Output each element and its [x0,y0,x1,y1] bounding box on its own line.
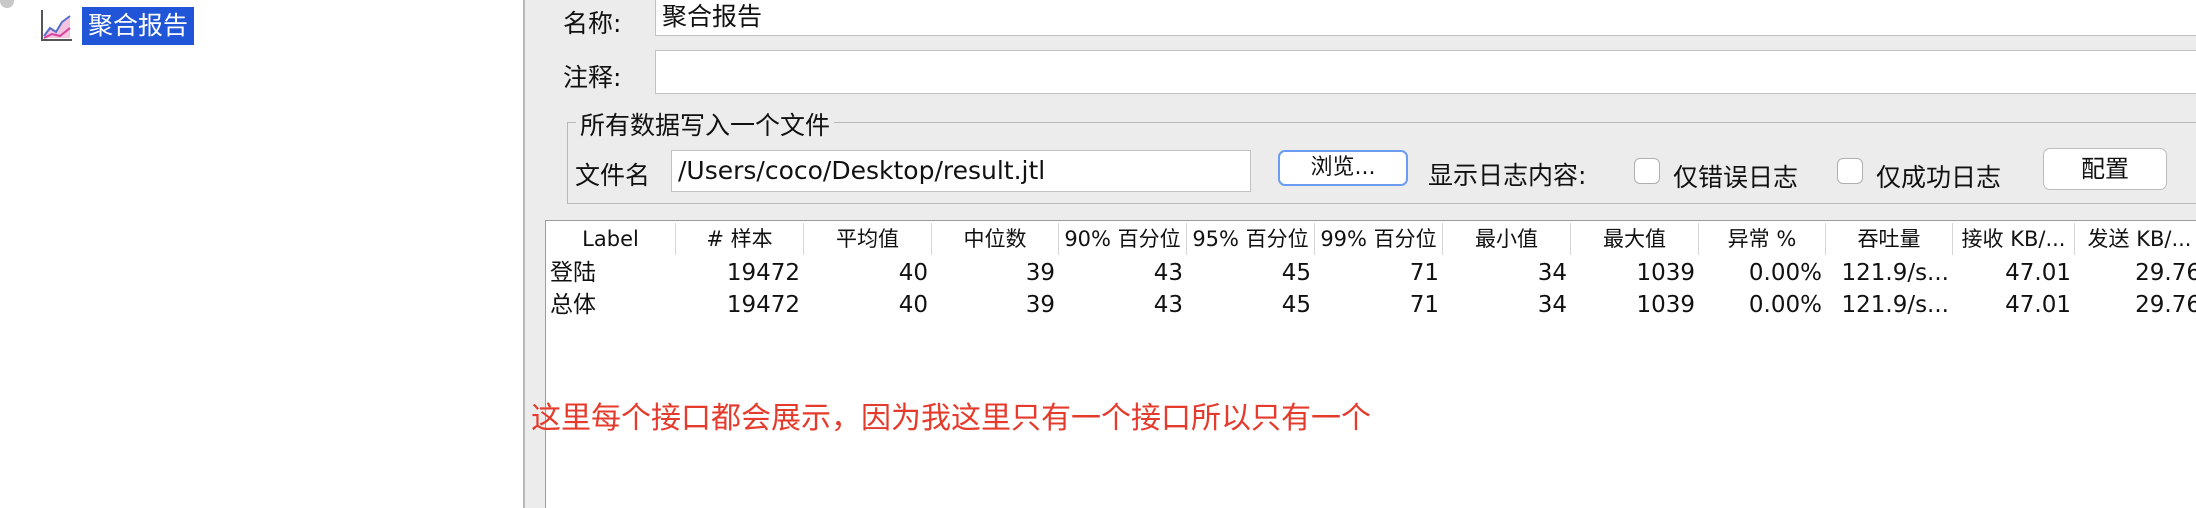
table-cell: 1039 [1636,260,1695,286]
comment-label: 注释: [563,63,622,92]
tree-expand-handle[interactable] [0,0,14,8]
table-cell: 47.01 [2005,260,2071,286]
column-header-samples[interactable]: # 样本 [676,223,804,255]
log-content-label: 显示日志内容: [1428,161,1587,190]
successes-only-checkbox[interactable] [1837,158,1863,184]
successes-only-label[interactable]: 仅成功日志 [1876,158,2001,194]
table-cell: 29.76 [2135,260,2196,286]
table-cell: 34 [1537,292,1567,318]
table-cell: 1039 [1636,292,1695,318]
table-row[interactable]: 登陆 19472 40 39 43 45 71 34 1039 0.00% 12… [546,257,2196,289]
table-cell: 71 [1409,292,1439,318]
table-cell: 总体 [550,292,596,318]
table-cell: 登陆 [550,260,596,286]
browse-button[interactable]: 浏览... [1278,150,1408,186]
table-cell: 29.76 [2135,292,2196,318]
column-header-throughput[interactable]: 吞吐量 [1826,223,1953,255]
table-cell: 19472 [726,260,800,286]
comment-field[interactable] [655,50,2196,94]
column-header-min[interactable]: 最小值 [1443,223,1571,255]
line-chart-icon [39,9,73,43]
configure-button[interactable]: 配置 [2043,148,2167,190]
filename-label: 文件名 [575,161,651,190]
column-header-label[interactable]: Label [546,223,676,255]
table-cell: 40 [898,292,928,318]
table-cell: 47.01 [2005,292,2071,318]
column-header-max[interactable]: 最大值 [1571,223,1699,255]
results-table[interactable]: Label # 样本 平均值 中位数 90% 百分位 95% 百分位 99% 百… [545,220,2196,508]
name-field[interactable]: 聚合报告 [655,0,2196,36]
table-cell: 45 [1281,292,1311,318]
name-label: 名称: [563,9,622,38]
column-header-90-percentile[interactable]: 90% 百分位 [1059,223,1187,255]
errors-only-label[interactable]: 仅错误日志 [1673,158,1798,194]
table-cell: 71 [1409,260,1439,286]
table-row[interactable]: 总体 19472 40 39 43 45 71 34 1039 0.00% 12… [546,289,2196,321]
column-header-average[interactable]: 平均值 [804,223,932,255]
tree-panel: 聚合报告 [0,0,525,508]
table-cell: 45 [1281,260,1311,286]
column-header-received-kb[interactable]: 接收 KB/... [1953,223,2075,255]
table-cell: 121.9/s... [1841,260,1949,286]
column-header-99-percentile[interactable]: 99% 百分位 [1315,223,1443,255]
table-cell: 0.00% [1748,260,1822,286]
table-cell: 19472 [726,292,800,318]
table-cell: 121.9/s... [1841,292,1949,318]
table-cell: 34 [1537,260,1567,286]
tree-item-label: 聚合报告 [82,7,195,45]
column-header-sent-kb[interactable]: 发送 KB/... [2075,223,2196,255]
table-cell: 43 [1153,292,1183,318]
table-cell: 40 [898,260,928,286]
table-header-row: Label # 样本 平均值 中位数 90% 百分位 95% 百分位 99% 百… [546,223,2196,255]
column-header-error-percent[interactable]: 异常 % [1699,223,1826,255]
column-header-95-percentile[interactable]: 95% 百分位 [1187,223,1315,255]
errors-only-checkbox[interactable] [1634,158,1660,184]
table-cell: 39 [1025,292,1055,318]
column-header-median[interactable]: 中位数 [932,223,1059,255]
write-to-file-group-title: 所有数据写入一个文件 [576,106,835,142]
table-cell: 0.00% [1748,292,1822,318]
table-cell: 39 [1025,260,1055,286]
filename-field[interactable]: /Users/coco/Desktop/result.jtl [671,150,1251,192]
annotation-note: 这里每个接口都会展示，因为我这里只有一个接口所以只有一个 [531,401,1371,436]
table-cell: 43 [1153,260,1183,286]
tree-item-aggregate-report[interactable]: 聚合报告 [38,6,195,46]
